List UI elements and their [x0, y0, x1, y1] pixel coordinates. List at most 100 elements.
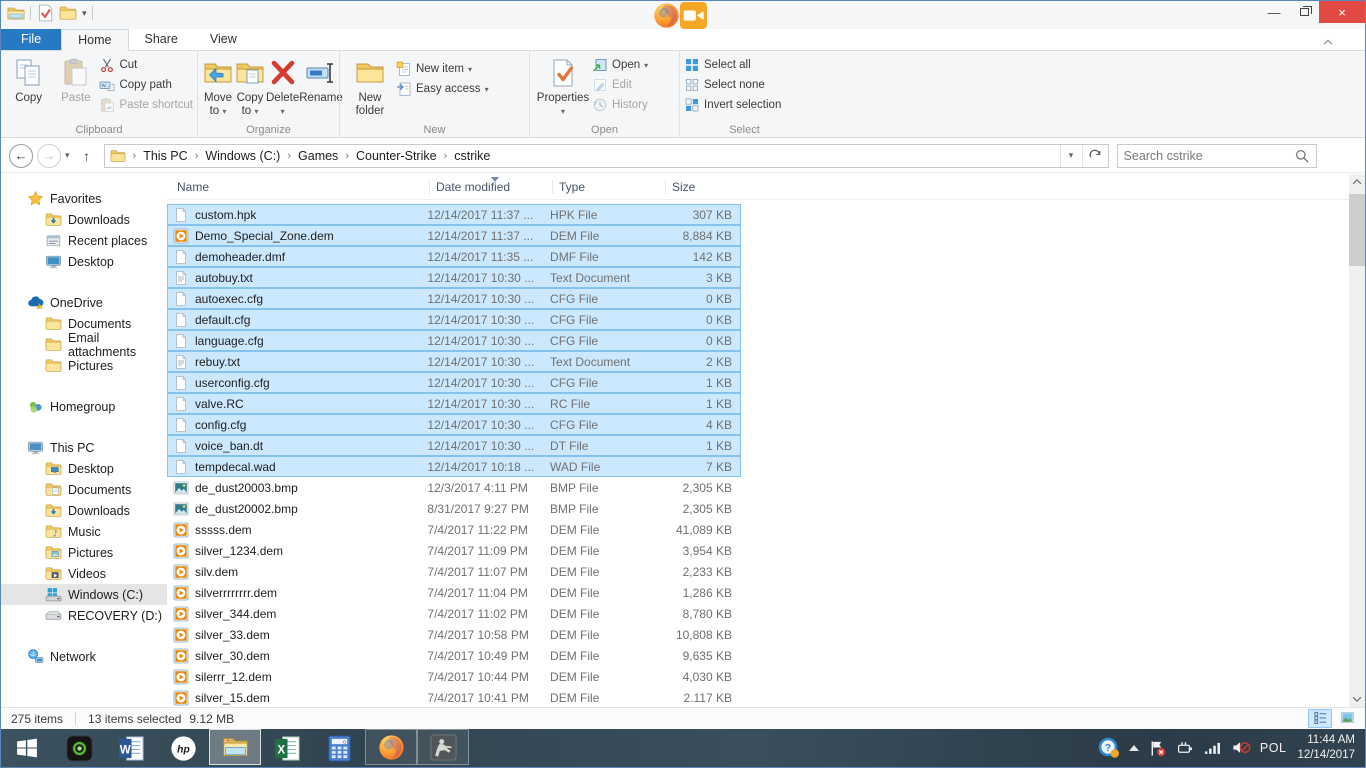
explorer-mini-icon[interactable] — [7, 4, 25, 22]
help-tray-icon[interactable]: ? — [1098, 740, 1120, 757]
file-row-rebuy-txt[interactable]: rebuy.txt12/14/2017 10:30 ...Text Docume… — [167, 351, 741, 372]
minimize-button[interactable]: — — [1259, 1, 1289, 23]
sidebar-item-desktop[interactable]: Desktop — [1, 458, 167, 479]
file-row-voice-ban-dt[interactable]: voice_ban.dt12/14/2017 10:30 ...DT File1… — [167, 435, 741, 456]
sidebar-item-this-pc[interactable]: This PC — [1, 437, 167, 458]
easy-access-button[interactable]: Easy access ▾ — [396, 81, 489, 97]
file-row-silerrr-12-dem[interactable]: silerrr_12.dem7/4/2017 10:44 PMDEM File4… — [167, 666, 741, 687]
tab-share[interactable]: Share — [129, 29, 194, 50]
file-row-tempdecal-wad[interactable]: tempdecal.wad12/14/2017 10:18 ...WAD Fil… — [167, 456, 741, 477]
select-all-button[interactable]: Select all — [684, 57, 781, 73]
language-indicator[interactable]: POL — [1260, 741, 1287, 755]
breadcrumb-chevron-icon[interactable]: › — [280, 150, 298, 162]
paste-button[interactable]: Paste — [52, 53, 99, 105]
breadcrumb-this-pc[interactable]: This PC — [143, 149, 187, 163]
breadcrumb-cstrike[interactable]: cstrike — [454, 149, 490, 163]
copy-path-button[interactable]: W...Copy path — [99, 77, 193, 93]
volume-muted-icon[interactable] — [1232, 740, 1251, 757]
vertical-scrollbar[interactable] — [1349, 174, 1365, 707]
network-signal-icon[interactable] — [1204, 740, 1223, 757]
sidebar-item-downloads[interactable]: Downloads — [1, 209, 167, 230]
restore-button[interactable] — [1289, 1, 1319, 23]
breadcrumb-chevron-icon[interactable]: › — [188, 150, 206, 162]
scroll-up-icon[interactable] — [1349, 174, 1365, 190]
column-header-date-modified[interactable]: Date modified — [429, 180, 552, 194]
sidebar-item-desktop[interactable]: Desktop — [1, 251, 167, 272]
sidebar-item-onedrive[interactable]: !OneDrive — [1, 292, 167, 313]
show-hidden-icons-icon[interactable] — [1129, 745, 1139, 751]
file-row-demo-special-zone-dem[interactable]: Demo_Special_Zone.dem12/14/2017 11:37 ..… — [167, 225, 741, 246]
breadcrumb-counter-strike[interactable]: Counter-Strike — [356, 149, 437, 163]
file-row-sssss-dem[interactable]: sssss.dem7/4/2017 11:22 PMDEM File41,089… — [167, 519, 741, 540]
breadcrumb-chevron-icon[interactable]: › — [338, 150, 356, 162]
calculator-app[interactable]: 0 — [313, 729, 365, 767]
file-row-silver-344-dem[interactable]: silver_344.dem7/4/2017 11:02 PMDEM File8… — [167, 603, 741, 624]
breadcrumb-games[interactable]: Games — [298, 149, 338, 163]
column-header-name[interactable]: Name — [167, 180, 429, 194]
file-row-autobuy-txt[interactable]: autobuy.txt12/14/2017 10:30 ...Text Docu… — [167, 267, 741, 288]
up-button[interactable]: ↑ — [76, 145, 98, 167]
file-row-silver-33-dem[interactable]: silver_33.dem7/4/2017 10:58 PMDEM File10… — [167, 624, 741, 645]
search-icon[interactable] — [1294, 148, 1310, 164]
select-none-button[interactable]: Select none — [684, 77, 781, 93]
properties-button[interactable]: Properties▾ — [534, 53, 592, 118]
history-button[interactable]: History — [592, 97, 648, 113]
file-row-de-dust20002-bmp[interactable]: de_dust20002.bmp8/31/2017 9:27 PMBMP Fil… — [167, 498, 741, 519]
sidebar-item-windows-c[interactable]: Windows (C:) — [1, 584, 167, 605]
start-button[interactable] — [1, 729, 53, 767]
sidebar-item-recovery-d[interactable]: RECOVERY (D:) — [1, 605, 167, 626]
sidebar-item-homegroup[interactable]: Homegroup — [1, 396, 167, 417]
new-item-button[interactable]: New item ▾ — [396, 61, 489, 77]
scroll-down-icon[interactable] — [1349, 691, 1365, 707]
back-button[interactable]: ← — [9, 144, 33, 168]
search-input[interactable] — [1118, 149, 1294, 163]
file-row-config-cfg[interactable]: config.cfg12/14/2017 10:30 ...CFG File4 … — [167, 414, 741, 435]
sidebar-item-music[interactable]: ♪Music — [1, 521, 167, 542]
sidebar-item-recent-places[interactable]: Recent places — [1, 230, 167, 251]
file-row-demoheader-dmf[interactable]: demoheader.dmf12/14/2017 11:35 ...DMF Fi… — [167, 246, 741, 267]
copy-to-button[interactable]: Copy to ▾ — [234, 53, 266, 118]
file-row-silver-15-dem[interactable]: silver_15.dem7/4/2017 10:41 PMDEM File2.… — [167, 687, 741, 707]
firefox-icon[interactable] — [653, 2, 680, 29]
sidebar-item-documents[interactable]: Documents — [1, 479, 167, 500]
file-row-autoexec-cfg[interactable]: autoexec.cfg12/14/2017 10:30 ...CFG File… — [167, 288, 741, 309]
clock[interactable]: 11:44 AM 12/14/2017 — [1297, 733, 1355, 763]
file-explorer-app[interactable] — [209, 729, 261, 765]
forward-button[interactable]: → — [37, 144, 61, 168]
new-folder-button[interactable]: New folder — [344, 53, 396, 118]
file-row-custom-hpk[interactable]: custom.hpk12/14/2017 11:37 ...HPK File30… — [167, 204, 741, 225]
qat-dropdown-icon[interactable]: ▾ — [82, 8, 87, 19]
cut-button[interactable]: Cut — [99, 57, 193, 73]
file-row-silver-30-dem[interactable]: silver_30.dem7/4/2017 10:49 PMDEM File9,… — [167, 645, 741, 666]
details-view-button[interactable] — [1308, 709, 1332, 728]
file-row-silverrrrrrrr-dem[interactable]: silverrrrrrrr.dem7/4/2017 11:04 PMDEM Fi… — [167, 582, 741, 603]
address-bar[interactable]: ›This PC›Windows (C:)›Games›Counter-Stri… — [104, 144, 1109, 168]
recent-locations-dropdown-icon[interactable]: ▾ — [65, 150, 70, 161]
folder-mini-icon[interactable] — [59, 4, 77, 22]
refresh-icon[interactable] — [1082, 145, 1108, 167]
file-row-valve-rc[interactable]: valve.RC12/14/2017 10:30 ...RC File1 KB — [167, 393, 741, 414]
copy-button[interactable]: Copy — [5, 53, 52, 105]
sidebar-item-pictures[interactable]: Pictures — [1, 542, 167, 563]
tab-file[interactable]: File — [1, 29, 61, 50]
file-row-language-cfg[interactable]: language.cfg12/14/2017 10:30 ...CFG File… — [167, 330, 741, 351]
minimize-ribbon-icon[interactable] — [1325, 33, 1339, 47]
firefox-app[interactable] — [365, 729, 417, 765]
hp-app[interactable]: hp — [157, 729, 209, 767]
edit-button[interactable]: Edit — [592, 77, 648, 93]
breadcrumb-chevron-icon[interactable]: › — [437, 150, 455, 162]
counter-strike-app[interactable] — [417, 729, 469, 765]
file-row-userconfig-cfg[interactable]: userconfig.cfg12/14/2017 10:30 ...CFG Fi… — [167, 372, 741, 393]
power-icon[interactable] — [1176, 740, 1195, 757]
youcam-app[interactable] — [53, 729, 105, 767]
sidebar-item-videos[interactable]: Videos — [1, 563, 167, 584]
sidebar-item-network[interactable]: Network — [1, 646, 167, 667]
scrollbar-thumb[interactable] — [1349, 194, 1365, 266]
word-app[interactable]: W — [105, 729, 157, 767]
invert-selection-button[interactable]: Invert selection — [684, 97, 781, 113]
address-dropdown-icon[interactable]: ▾ — [1060, 145, 1082, 167]
sidebar-item-downloads[interactable]: Downloads — [1, 500, 167, 521]
properties-check-icon[interactable] — [36, 4, 54, 22]
delete-button[interactable]: Delete▾ — [266, 53, 299, 118]
breadcrumb-windows-c[interactable]: Windows (C:) — [205, 149, 280, 163]
